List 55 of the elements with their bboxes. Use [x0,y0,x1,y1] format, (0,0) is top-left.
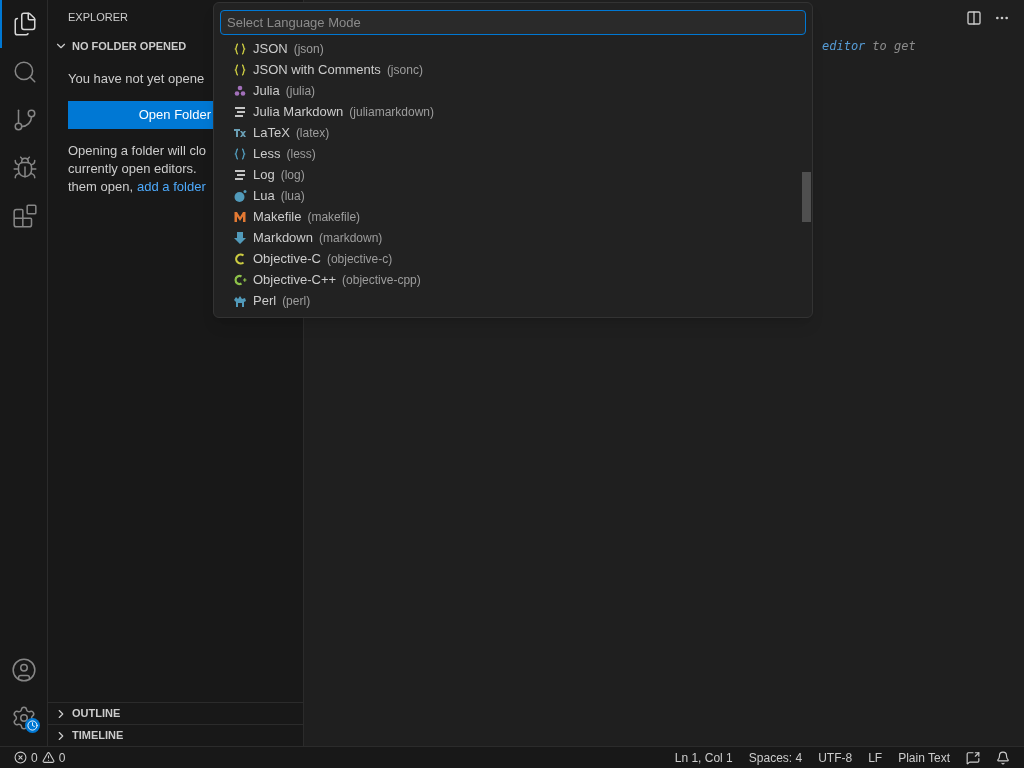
editor-text: to get [872,38,916,55]
language-item[interactable]: JSON (json) [214,38,812,59]
section-header[interactable]: NO FOLDER OPENED [48,35,187,57]
account-icon [10,657,37,683]
language-item[interactable]: Julia Markdown (juliamarkdown) [214,101,812,122]
status-item[interactable]: LF [868,748,883,767]
language-item[interactable]: Less (less) [214,143,812,164]
files-icon [11,11,38,37]
language-item[interactable]: Objective-C (objective-c) [214,248,812,269]
branch-icon [11,107,38,133]
add-folder-link[interactable]: add a folder [137,177,206,196]
warning-icon [41,751,55,764]
hint-text: them open, [68,177,134,196]
lines-icon [233,104,247,119]
braces-icon [233,62,247,77]
editor-keyword-text: editor [822,38,866,55]
section-header[interactable]: OUTLINE [48,702,303,724]
lines-icon [233,167,247,182]
hint-text: Opening a folder will clo [68,141,207,160]
language-item[interactable]: JSON with Comments (jsonc) [214,59,812,80]
message-text: You have not yet opene [68,70,205,88]
language-item[interactable]: Perl (perl) [214,290,812,311]
bell-icon[interactable] [996,750,1010,765]
error-count[interactable]: 0 [31,748,38,767]
language-item[interactable]: Objective-C++ (objective-cpp) [214,269,812,290]
warning-count[interactable]: 0 [58,748,66,767]
input-field[interactable]: Select Language Mode [220,10,806,35]
scrollbar-thumb[interactable] [802,172,811,222]
language-item[interactable]: Lua (lua) [214,185,812,206]
open-folder-button[interactable]: Open Folder [68,100,213,129]
c-plus-icon [233,272,247,287]
language-item[interactable]: Log (log) [214,164,812,185]
feedback-icon[interactable] [966,750,980,765]
language-item[interactable]: LaTeX (latex) [214,122,812,143]
language-item[interactable]: Makefile (makefile) [214,206,812,227]
error-icon [14,751,27,764]
clock-badge-icon [25,718,40,733]
c-icon [233,251,247,266]
arrow-down-icon [233,230,247,245]
m-icon [233,209,247,224]
hint-text: currently open editors. [68,159,197,178]
status-item[interactable]: Spaces: 4 [748,748,803,767]
blocks-icon [11,203,38,229]
braces-icon [233,146,247,161]
bug-icon [11,155,38,181]
status-item[interactable]: Ln 1, Col 1 [674,748,733,767]
settings-icon [10,705,37,731]
status-item[interactable]: Plain Text [898,748,950,767]
language-item[interactable]: Julia (julia) [214,80,812,101]
split-editor-icon[interactable] [966,9,982,26]
language-item[interactable]: Markdown (markdown) [214,227,812,248]
dots-icon [233,83,247,98]
sidebar-title: EXPLORER [68,10,128,26]
braces-icon [233,41,247,56]
status-item[interactable]: UTF-8 [818,748,853,767]
